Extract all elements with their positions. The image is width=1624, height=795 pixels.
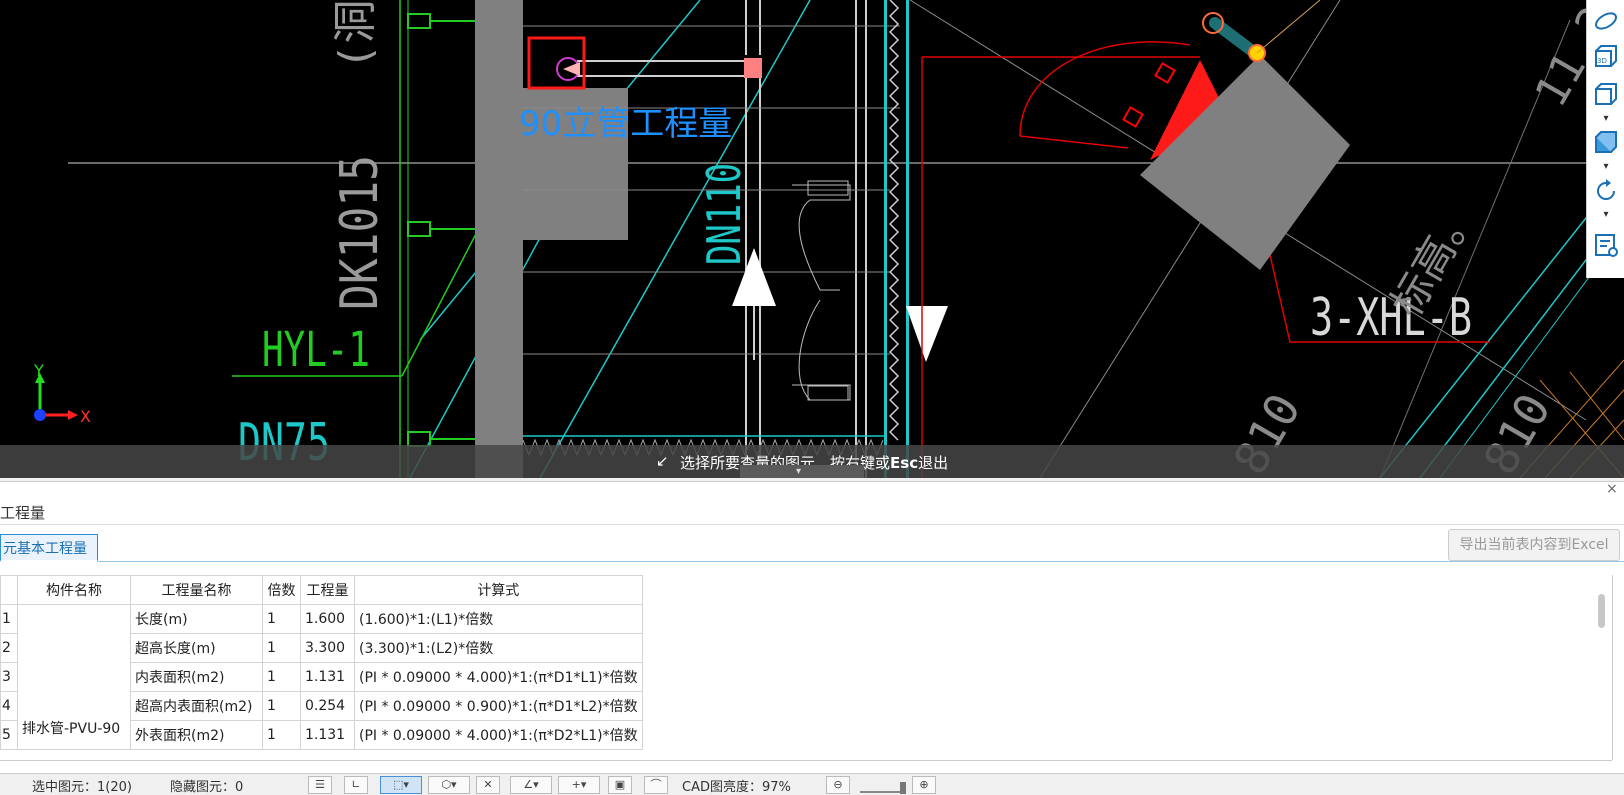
collapse-tab[interactable]: ▾ bbox=[740, 465, 864, 478]
panel-title: 工程量 bbox=[0, 504, 46, 522]
column-header-formula: 计算式 bbox=[354, 575, 643, 605]
axis-x-label: X bbox=[80, 407, 91, 426]
refresh-dropdown-icon[interactable]: ▾ bbox=[1599, 210, 1613, 220]
zoom-out-icon[interactable]: ⊖ bbox=[826, 776, 850, 794]
quantity-name-cell: 外表面积(m2) bbox=[130, 720, 263, 750]
dk-label: DK1015 bbox=[330, 155, 390, 310]
ortho-mode-icon[interactable]: ∟ bbox=[344, 776, 368, 794]
cad-canvas[interactable]: DK1015 (洞 HYL-1 DN75 DN110 3-XHL-B 11.2 … bbox=[0, 0, 1624, 478]
solid-view-dropdown-icon[interactable]: ▾ bbox=[1599, 162, 1613, 172]
column-header-quantity-name: 工程量名称 bbox=[130, 575, 263, 605]
formula-cell: (1.600)*1:(L1)*倍数 bbox=[354, 604, 643, 634]
multiplier-cell: 1 bbox=[262, 720, 301, 750]
quantity-cell: 3.300 bbox=[300, 633, 355, 663]
angle-snap-icon[interactable]: ∠▾ bbox=[510, 776, 552, 794]
table-header-row: 构件名称 工程量名称 倍数 工程量 计算式 bbox=[0, 575, 643, 605]
select-mode-icon[interactable]: ⬚▾ bbox=[380, 776, 422, 794]
quantity-name-cell: 超高长度(m) bbox=[130, 633, 263, 663]
quantity-cell: 1.131 bbox=[300, 720, 355, 750]
selected-count: 选中图元：1(20) bbox=[32, 780, 132, 795]
3d-view-icon[interactable]: 3D bbox=[1593, 44, 1619, 70]
row-index: 5 bbox=[0, 720, 18, 750]
table-row[interactable]: 1 排水管-PVU-90 长度(m) 1 1.600 (1.600)*1:(L1… bbox=[0, 604, 643, 750]
quantity-cell: 1.600 bbox=[300, 604, 355, 634]
formula-cell: (PI * 0.09000 * 4.000)*1:(π*D2*L1)*倍数 bbox=[354, 720, 643, 750]
dn110-label: DN110 bbox=[697, 163, 751, 265]
title-divider bbox=[0, 524, 1624, 525]
quantity-name-cell: 长度(m) bbox=[130, 604, 263, 634]
hint-suffix: 退出 bbox=[918, 454, 949, 472]
cad-brightness: CAD图亮度：97% bbox=[682, 780, 791, 795]
formula-cell: (PI * 0.09000 * 0.900)*1:(π*D1*L2)*倍数 bbox=[354, 691, 643, 721]
refresh-icon[interactable] bbox=[1593, 178, 1619, 204]
box-view-icon[interactable] bbox=[1593, 82, 1619, 108]
component-name-cell: 排水管-PVU-90 bbox=[17, 604, 131, 750]
column-header-multiplier: 倍数 bbox=[262, 575, 301, 605]
snap-cross-icon[interactable]: ✕ bbox=[476, 776, 500, 794]
hidden-count: 隐藏图元：0 bbox=[170, 780, 244, 795]
property-view-icon[interactable] bbox=[1593, 232, 1619, 258]
pipe-icon[interactable]: ⌒ bbox=[644, 776, 668, 794]
tab-basic-quantity[interactable]: 元基本工程量 bbox=[0, 534, 98, 562]
multiplier-cell: 1 bbox=[262, 691, 301, 721]
formula-cell: (PI * 0.09000 * 4.000)*1:(π*D1*L1)*倍数 bbox=[354, 662, 643, 692]
row-index: 2 bbox=[0, 633, 18, 663]
zoom-in-icon[interactable]: ⊕ bbox=[912, 776, 936, 794]
row-index: 4 bbox=[0, 691, 18, 721]
chevron-down-icon: ▾ bbox=[796, 466, 802, 477]
quantity-name-cell: 超高内表面积(m2) bbox=[130, 691, 263, 721]
3d-view-label: 3D bbox=[1597, 57, 1607, 65]
column-header-quantity: 工程量 bbox=[300, 575, 355, 605]
box-view-dropdown-icon[interactable]: ▾ bbox=[1599, 114, 1613, 124]
formula-cell: (3.300)*1:(L2)*倍数 bbox=[354, 633, 643, 663]
hint-key: Esc bbox=[890, 454, 919, 472]
brightness-slider-handle[interactable] bbox=[900, 782, 906, 794]
status-bar: 选中图元：1(20) 隐藏图元：0 ☰ ∟ ⬚▾ ⬡▾ ✕ ∠▾ +▾ ▣ ⌒ … bbox=[0, 773, 1624, 795]
multiplier-cell: 1 bbox=[262, 633, 301, 663]
shrink-arrow-icon: ↙ bbox=[656, 452, 669, 470]
column-header-index bbox=[0, 575, 18, 605]
rotate-view-icon[interactable] bbox=[1593, 8, 1619, 34]
table-bottom-border bbox=[0, 760, 1612, 761]
layer-toggle-icon[interactable]: ☰ bbox=[308, 776, 332, 794]
vertical-scrollbar[interactable] bbox=[1598, 594, 1605, 628]
column-header-component: 构件名称 bbox=[17, 575, 131, 605]
quantity-cell: 1.131 bbox=[300, 662, 355, 692]
view-toolbar: 3D ▾ ▾ ▾ bbox=[1586, 0, 1624, 278]
multiplier-cell: 1 bbox=[262, 604, 301, 634]
capture-icon[interactable]: ▣ bbox=[608, 776, 632, 794]
grid-snap-icon[interactable]: +▾ bbox=[558, 776, 600, 794]
axis-gizmo: Y X bbox=[33, 361, 91, 426]
quantity-name-cell: 内表面积(m2) bbox=[130, 662, 263, 692]
solid-view-icon[interactable] bbox=[1593, 130, 1619, 156]
table-right-border bbox=[1612, 575, 1613, 760]
display-mode-icon[interactable]: ⬡▾ bbox=[428, 776, 470, 794]
row-index: 1 bbox=[0, 604, 18, 634]
tab-divider bbox=[98, 561, 1624, 562]
multiplier-cell: 1 bbox=[262, 662, 301, 692]
close-icon[interactable]: × bbox=[1606, 481, 1618, 497]
row-index: 3 bbox=[0, 662, 18, 692]
cropped-top-label: (洞 bbox=[330, 0, 381, 70]
export-excel-button[interactable]: 导出当前表内容到Excel bbox=[1448, 529, 1620, 561]
quantity-cell: 0.254 bbox=[300, 691, 355, 721]
axis-y-label: Y bbox=[33, 361, 44, 380]
riser-quantity-label: 90立管工程量 bbox=[519, 104, 733, 144]
quantity-table: 构件名称 工程量名称 倍数 工程量 计算式 1 排水管-PVU-90 长度(m)… bbox=[0, 575, 643, 750]
hyl-label: HYL-1 bbox=[262, 322, 370, 378]
cad-drawing[interactable]: DK1015 (洞 HYL-1 DN75 DN110 3-XHL-B 11.2 … bbox=[0, 0, 1624, 478]
